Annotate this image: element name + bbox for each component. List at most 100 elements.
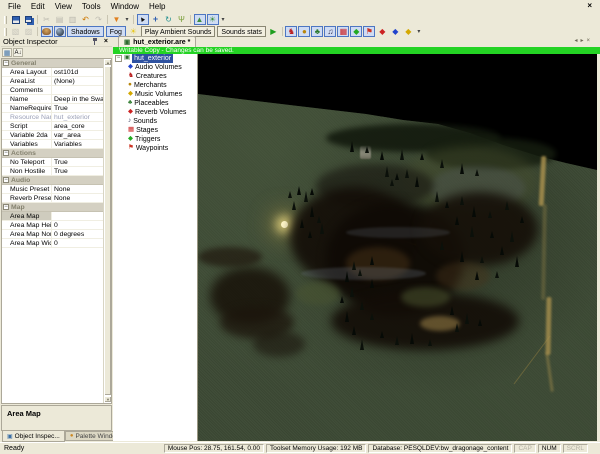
- scroll-up-icon[interactable]: ▲: [104, 59, 111, 66]
- save-all-icon[interactable]: [23, 14, 35, 25]
- tree-item[interactable]: ◆ Audio Volumes: [113, 63, 197, 72]
- path-tool-icon[interactable]: Ψ: [176, 14, 188, 25]
- separator[interactable]: [37, 15, 38, 24]
- collapse-icon[interactable]: −: [3, 204, 9, 210]
- viewport-scene[interactable]: [198, 54, 597, 441]
- save-icon[interactable]: [10, 14, 22, 25]
- alphabetical-button[interactable]: A↓: [13, 48, 23, 57]
- collapse-icon[interactable]: −: [3, 60, 9, 66]
- property-value[interactable]: (None): [52, 77, 103, 85]
- property-row[interactable]: Variables Variables: [2, 140, 103, 149]
- property-row[interactable]: NameRequiresReTr True: [2, 104, 103, 113]
- tree-root-row[interactable]: − ▣ hut_exterior: [113, 54, 197, 63]
- scrollbar-thumb[interactable]: [104, 66, 111, 396]
- property-label: Name: [10, 96, 28, 103]
- property-value[interactable]: area_core: [52, 122, 103, 130]
- property-value[interactable]: [52, 86, 103, 94]
- collapse-icon[interactable]: −: [115, 55, 122, 62]
- separator[interactable]: [190, 15, 191, 24]
- tab-close-icon[interactable]: ×: [586, 38, 590, 45]
- toolbar-grip[interactable]: [4, 28, 7, 36]
- property-grid-scrollbar[interactable]: ▲ ▼: [103, 59, 111, 403]
- menu-item[interactable]: Help: [144, 1, 170, 12]
- copy-icon[interactable]: ▤: [54, 14, 66, 25]
- collapse-icon[interactable]: −: [3, 177, 9, 183]
- select-tool-icon[interactable]: ▲: [137, 14, 149, 25]
- property-value[interactable]: True: [52, 158, 103, 166]
- categorized-button[interactable]: ▦: [2, 48, 12, 57]
- property-value[interactable]: True: [52, 167, 103, 175]
- property-row[interactable]: Area Layout ost101d: [2, 68, 103, 77]
- cut-icon[interactable]: ✂: [41, 14, 53, 25]
- property-row[interactable]: Area Map Width 0: [2, 239, 103, 248]
- collapse-icon[interactable]: −: [3, 150, 9, 156]
- property-value[interactable]: Variables: [52, 140, 103, 148]
- property-row[interactable]: −Actions: [2, 149, 103, 158]
- tree-item[interactable]: ♞ Creatures: [113, 72, 197, 81]
- tree-item[interactable]: ◆ Reverb Volumes: [113, 108, 197, 117]
- tab-prev-icon[interactable]: ◂: [574, 38, 577, 45]
- property-row[interactable]: Music Preset None: [2, 185, 103, 194]
- tree-item[interactable]: ♣ Placeables: [113, 99, 197, 108]
- dock-tab[interactable]: ▣Object Inspec...: [2, 431, 65, 442]
- tab-next-icon[interactable]: ▸: [580, 38, 583, 45]
- tree-item[interactable]: ◆ Music Volumes: [113, 90, 197, 99]
- dropdown-icon[interactable]: ▾: [220, 14, 227, 25]
- property-row[interactable]: −Map: [2, 203, 103, 212]
- import-icon[interactable]: ▼: [111, 14, 123, 25]
- property-row[interactable]: −Audio: [2, 176, 103, 185]
- tree-root-label[interactable]: hut_exterior: [132, 54, 173, 63]
- tree-item[interactable]: ◆ Triggers: [113, 135, 197, 144]
- property-row[interactable]: AreaList (None): [2, 77, 103, 86]
- property-row[interactable]: Non Hostile True: [2, 167, 103, 176]
- separator[interactable]: [133, 15, 134, 24]
- pin-icon[interactable]: [92, 38, 98, 45]
- property-row[interactable]: Resource Name hut_exterior: [2, 113, 103, 122]
- dropdown-icon[interactable]: ▾: [124, 14, 131, 25]
- property-value[interactable]: var_area: [52, 131, 103, 139]
- close-icon[interactable]: ×: [102, 38, 110, 45]
- tree-item[interactable]: ♪ Sounds: [113, 117, 197, 126]
- property-value[interactable]: 0 degrees: [52, 230, 103, 238]
- tree-item[interactable]: ⚑ Waypoints: [113, 144, 197, 153]
- redo-icon[interactable]: ↷: [93, 14, 105, 25]
- property-value[interactable]: 0: [52, 239, 103, 247]
- property-value[interactable]: None: [52, 185, 103, 193]
- paste-icon[interactable]: ▥: [67, 14, 79, 25]
- undo-icon[interactable]: ↶: [80, 14, 92, 25]
- tree-item[interactable]: ● Merchants: [113, 81, 197, 90]
- menu-item[interactable]: File: [3, 1, 26, 12]
- menu-item[interactable]: Edit: [26, 1, 50, 12]
- close-icon[interactable]: ×: [587, 1, 592, 10]
- property-value[interactable]: Deep in the Swamp: [52, 95, 103, 103]
- property-row[interactable]: Name Deep in the Swamp: [2, 95, 103, 104]
- property-row[interactable]: Comments: [2, 86, 103, 95]
- property-row[interactable]: No Teleport True: [2, 158, 103, 167]
- separator[interactable]: [37, 27, 38, 36]
- tree-item[interactable]: ▦ Stages: [113, 126, 197, 135]
- property-value[interactable]: None: [52, 194, 103, 202]
- lighting-toggle-icon[interactable]: ☀: [207, 14, 219, 25]
- rotate-tool-icon[interactable]: ↻: [163, 14, 175, 25]
- terrain-toggle-icon[interactable]: ▲: [194, 14, 206, 25]
- property-value[interactable]: True: [52, 104, 103, 112]
- property-value[interactable]: hut_exterior: [52, 113, 103, 121]
- move-tool-icon[interactable]: +: [150, 14, 162, 25]
- tab-hut-exterior[interactable]: ▣hut_exterior.are *: [118, 36, 196, 47]
- property-value[interactable]: [52, 212, 103, 220]
- property-row[interactable]: Area Map North 0 degrees: [2, 230, 103, 239]
- property-value[interactable]: 0: [52, 221, 103, 229]
- menu-item[interactable]: View: [50, 1, 77, 12]
- property-value[interactable]: ost101d: [52, 68, 103, 76]
- toolbar-grip[interactable]: [4, 16, 7, 24]
- scroll-down-icon[interactable]: ▼: [104, 396, 111, 403]
- menu-item[interactable]: Window: [106, 1, 144, 12]
- property-row[interactable]: Reverb Preset None: [2, 194, 103, 203]
- menu-item[interactable]: Tools: [77, 1, 106, 12]
- property-row[interactable]: Area Map Height 0: [2, 221, 103, 230]
- property-row[interactable]: Variable 2da var_area: [2, 131, 103, 140]
- property-row[interactable]: Script area_core: [2, 122, 103, 131]
- property-row[interactable]: −General: [2, 59, 103, 68]
- property-row[interactable]: Area Map: [2, 212, 103, 221]
- separator[interactable]: [107, 15, 108, 24]
